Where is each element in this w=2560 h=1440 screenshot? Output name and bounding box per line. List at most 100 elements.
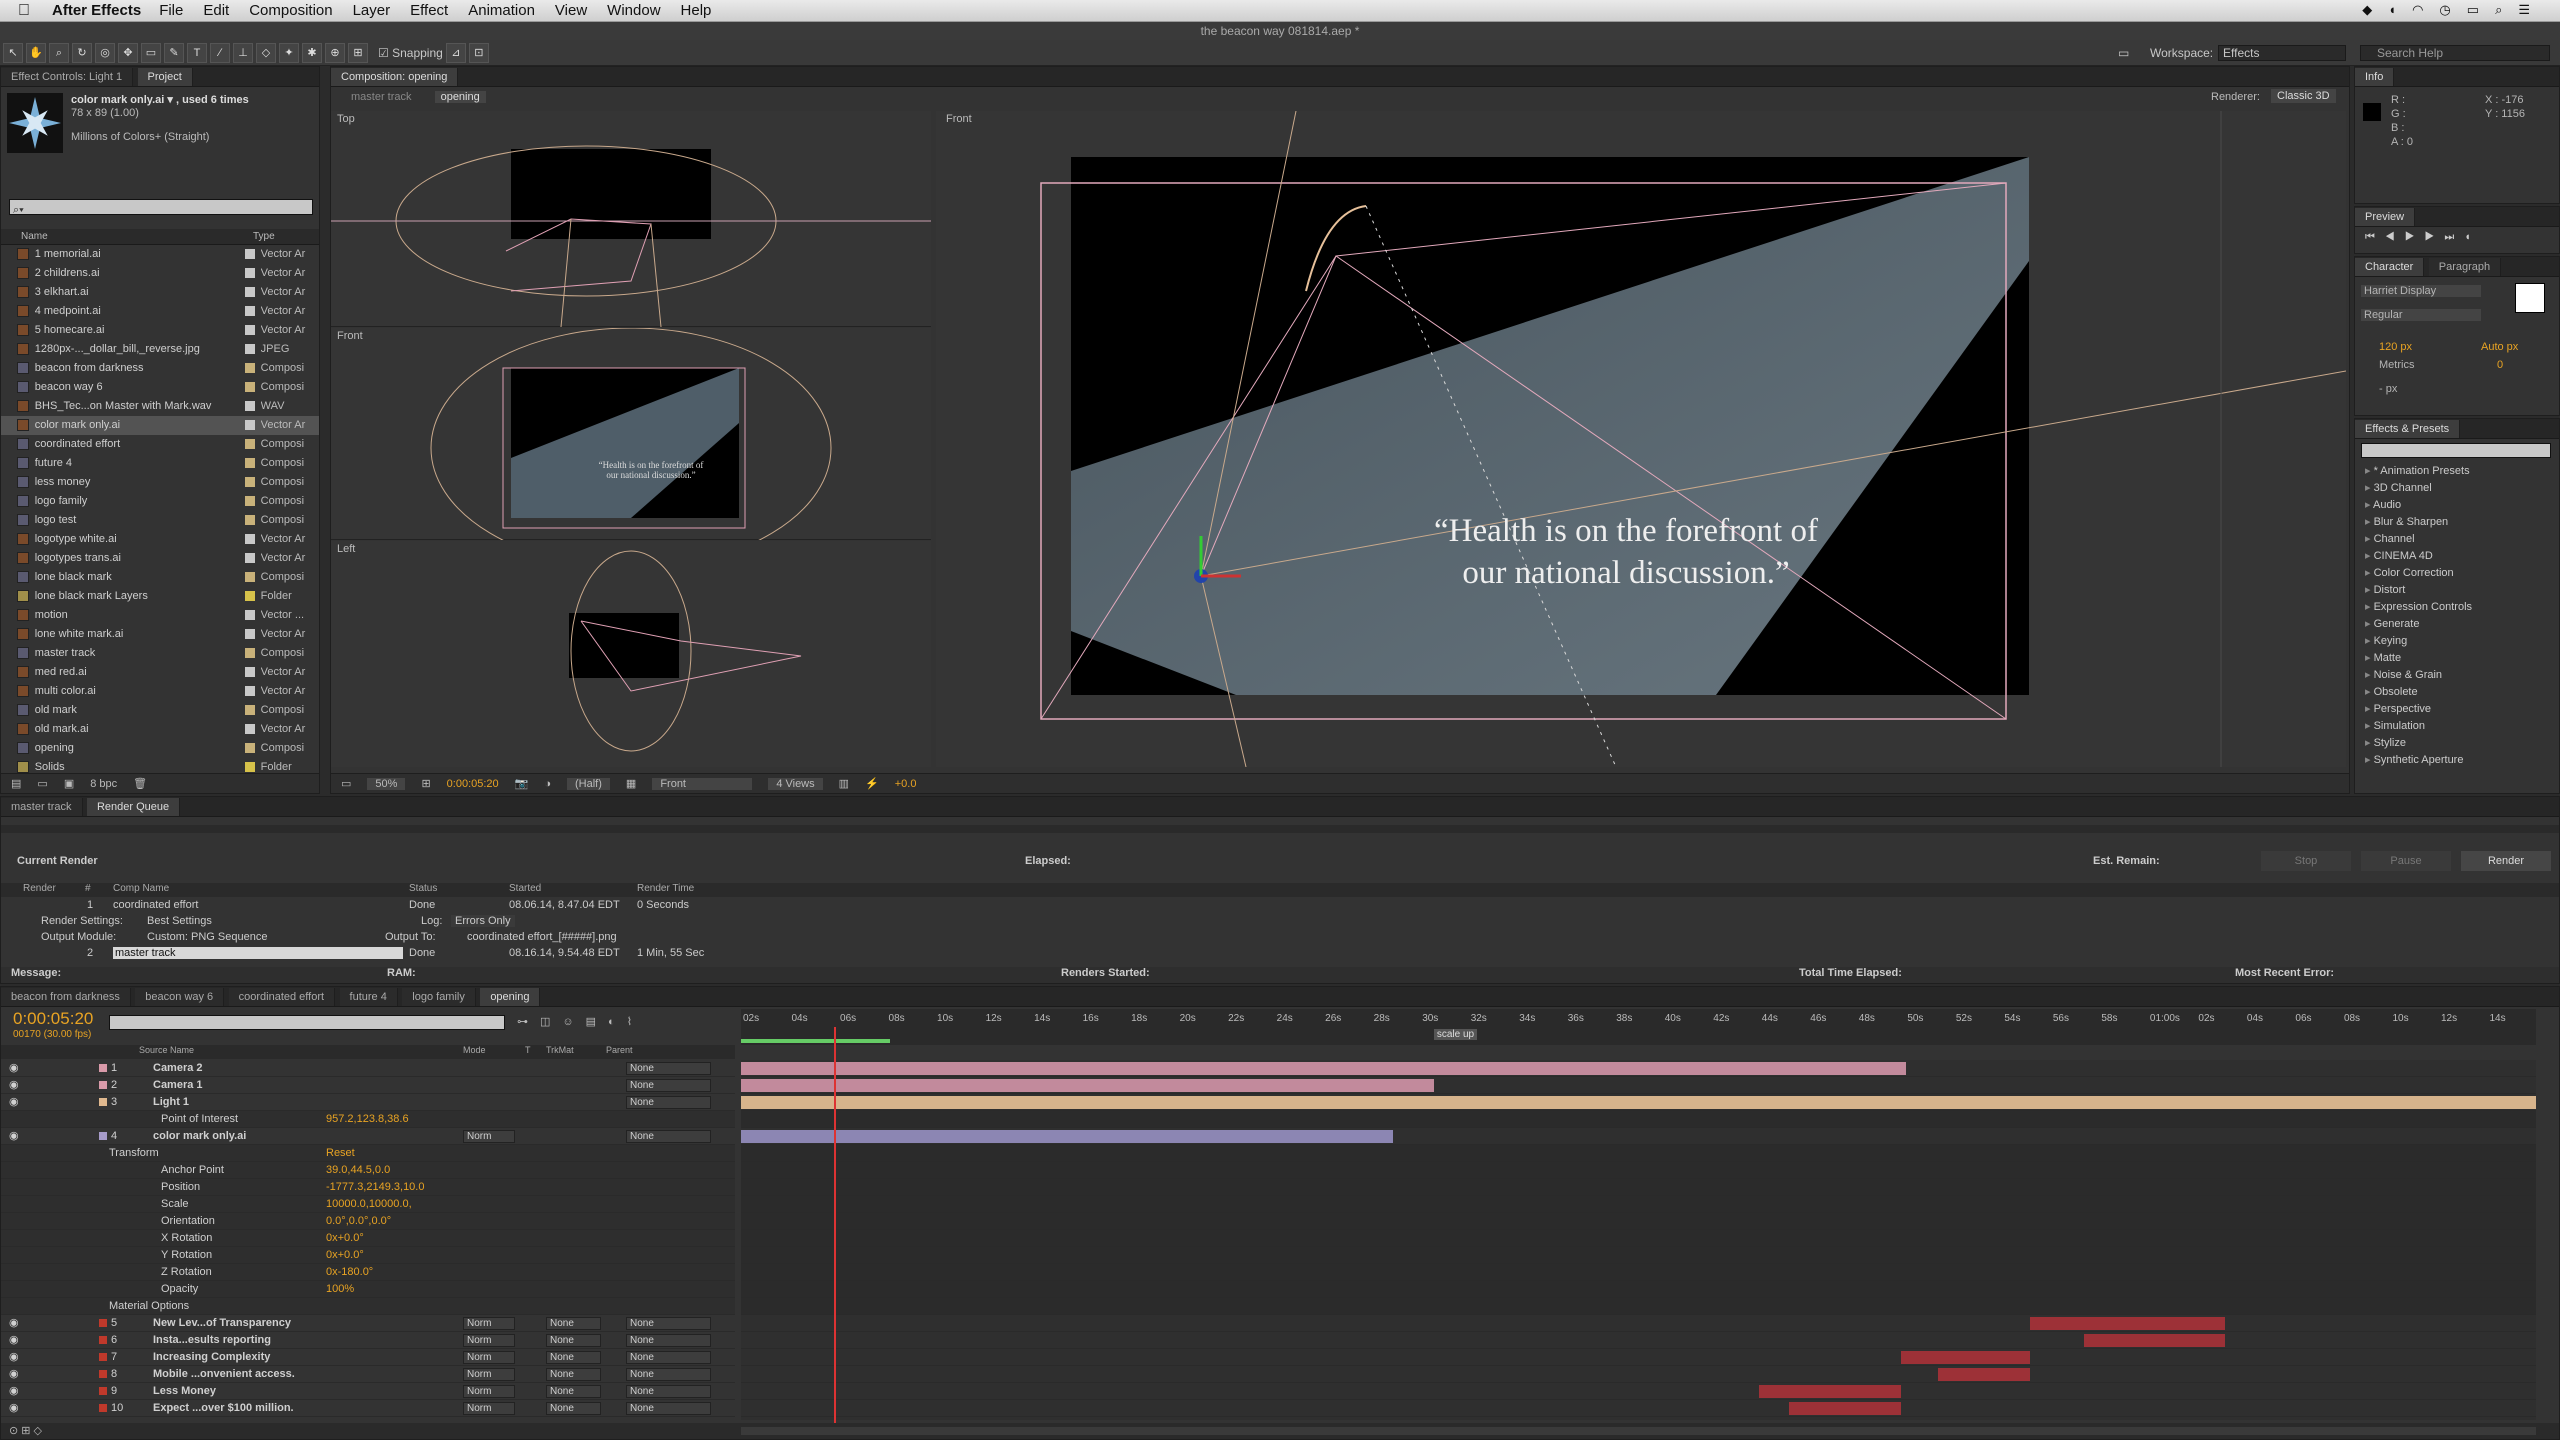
timeline-layer-row[interactable]: ◉ 6 Insta...esults reporting Norm None None bbox=[1, 1332, 735, 1349]
timeline-property-row[interactable]: Y Rotation 0x+0.0° bbox=[1, 1247, 735, 1264]
layer-name[interactable]: Expect ...over $100 million. bbox=[153, 1400, 294, 1417]
current-render-label[interactable]: Current Render bbox=[17, 855, 98, 867]
indent-value[interactable]: - px bbox=[2379, 383, 2397, 395]
log-select[interactable]: Errors Only bbox=[451, 915, 515, 927]
project-item[interactable]: beacon way 6 Composi bbox=[1, 378, 319, 397]
audio-icon[interactable]: ◖ bbox=[2464, 231, 2481, 243]
selection-tool-icon[interactable]: ↖ bbox=[3, 42, 23, 63]
tab-paragraph[interactable]: Paragraph bbox=[2428, 258, 2502, 276]
prev-frame-icon[interactable]: ◀ bbox=[2385, 231, 2405, 243]
visibility-eye-icon[interactable]: ◉ bbox=[9, 1349, 19, 1366]
view-front-main[interactable]: Front “Health is on the forefront of our… bbox=[936, 111, 2346, 767]
label-color-swatch[interactable] bbox=[244, 572, 255, 582]
track-lane[interactable] bbox=[741, 1400, 2536, 1417]
timeline-property-row[interactable]: Z Rotation 0x-180.0° bbox=[1, 1264, 735, 1281]
timeline-property-row[interactable]: Point of Interest 957.2,123.8,38.6 bbox=[1, 1111, 735, 1128]
track-matte-select[interactable]: None bbox=[546, 1317, 601, 1330]
tab-beacon-way-6[interactable]: beacon way 6 bbox=[135, 988, 225, 1006]
layer-duration-bar[interactable] bbox=[741, 1079, 1434, 1092]
fast-preview-icon[interactable]: ⚡ bbox=[865, 777, 879, 790]
project-item[interactable]: future 4 Composi bbox=[1, 454, 319, 473]
trash-icon[interactable]: 🗑 bbox=[133, 777, 147, 790]
apple-icon[interactable]:  bbox=[18, 2, 38, 20]
search-help-input[interactable]: Search Help bbox=[2360, 44, 2550, 61]
blend-mode-select[interactable]: Norm bbox=[463, 1368, 515, 1381]
project-item[interactable]: motion Vector ... bbox=[1, 606, 319, 625]
property-value[interactable]: 0x+0.0° bbox=[326, 1230, 364, 1247]
effect-category[interactable]: Synthetic Aperture bbox=[2355, 752, 2555, 769]
new-folder-icon[interactable]: ▭ bbox=[37, 777, 47, 790]
effect-category[interactable]: Blur & Sharpen bbox=[2355, 514, 2555, 531]
camera-tool-icon[interactable]: ◎ bbox=[95, 42, 115, 63]
menu-edit[interactable]: Edit bbox=[203, 2, 229, 19]
parent-select[interactable]: None bbox=[626, 1096, 711, 1109]
effect-category[interactable]: * Animation Presets bbox=[2355, 463, 2555, 480]
col-trkmat[interactable]: TrkMat bbox=[546, 1045, 574, 1055]
project-item[interactable]: 3 elkhart.ai Vector Ar bbox=[1, 283, 319, 302]
track-lane[interactable] bbox=[741, 1332, 2536, 1349]
layer-duration-bar[interactable] bbox=[2083, 1334, 2226, 1347]
layer-duration-bar[interactable] bbox=[1900, 1351, 2030, 1364]
visibility-eye-icon[interactable]: ◉ bbox=[9, 1400, 19, 1417]
hdr-started[interactable]: Started bbox=[509, 883, 541, 894]
resolution-select[interactable]: (Half) bbox=[567, 777, 610, 790]
tab-composition-opening[interactable]: Composition: opening bbox=[331, 68, 459, 86]
project-search-input[interactable]: ⌕▾ bbox=[9, 199, 313, 216]
hdr-render[interactable]: Render bbox=[23, 883, 56, 894]
tab-render-queue[interactable]: Render Queue bbox=[86, 798, 181, 816]
timeline-property-row[interactable]: Position -1777.3,2149.3,10.0 bbox=[1, 1179, 735, 1196]
tab-coordinated-effort[interactable]: coordinated effort bbox=[228, 988, 336, 1006]
track-matte-select[interactable]: None bbox=[546, 1402, 601, 1415]
first-frame-icon[interactable]: ⏮ bbox=[2365, 231, 2385, 243]
label-color-swatch[interactable] bbox=[244, 591, 255, 601]
snap-options-icon[interactable]: ⊿ bbox=[445, 42, 466, 63]
visibility-eye-icon[interactable]: ◉ bbox=[9, 1366, 19, 1383]
track-lane[interactable] bbox=[741, 1383, 2536, 1400]
parent-select[interactable]: None bbox=[626, 1368, 711, 1381]
layer-name[interactable]: Light 1 bbox=[153, 1094, 189, 1111]
label-color-swatch[interactable] bbox=[244, 705, 255, 715]
parent-select[interactable]: None bbox=[626, 1317, 711, 1330]
snap-grid-icon[interactable]: ⊡ bbox=[468, 42, 489, 63]
effect-category[interactable]: Expression Controls bbox=[2355, 599, 2555, 616]
effects-search-input[interactable] bbox=[2361, 443, 2551, 458]
type-tool-icon[interactable]: T bbox=[187, 42, 207, 63]
tab-preview[interactable]: Preview bbox=[2355, 208, 2416, 226]
zoom-tool-icon[interactable]: ⌕ bbox=[49, 42, 69, 63]
label-color-swatch[interactable] bbox=[244, 344, 255, 354]
label-color-swatch[interactable] bbox=[244, 724, 255, 734]
menu-effect[interactable]: Effect bbox=[410, 2, 448, 19]
render-row-2[interactable]: 2 master track Done 08.16.14, 9.54.48 ED… bbox=[1, 947, 2559, 962]
timeline-timecode[interactable]: 0:00:05:20 bbox=[13, 1009, 93, 1029]
play-icon[interactable]: ▶ bbox=[2405, 231, 2425, 243]
col-mode[interactable]: Mode bbox=[463, 1045, 486, 1055]
tab-effects-presets[interactable]: Effects & Presets bbox=[2355, 420, 2461, 438]
label-color-swatch[interactable] bbox=[244, 401, 255, 411]
timeline-layer-row[interactable]: ◉ 8 Mobile ...onvenient access. Norm None Non… bbox=[1, 1366, 735, 1383]
tracking-value[interactable]: 0 bbox=[2497, 359, 2503, 371]
blend-mode-select[interactable]: Norm bbox=[463, 1317, 515, 1330]
project-item[interactable]: logotype white.ai Vector Ar bbox=[1, 530, 319, 549]
property-value[interactable]: 100% bbox=[326, 1281, 354, 1298]
timeline-search-input[interactable] bbox=[109, 1015, 505, 1030]
label-color-swatch[interactable] bbox=[244, 382, 255, 392]
effect-category[interactable]: Keying bbox=[2355, 633, 2555, 650]
parent-select[interactable]: None bbox=[626, 1351, 711, 1364]
tab-character[interactable]: Character bbox=[2355, 258, 2425, 276]
col-name[interactable]: Name bbox=[21, 231, 48, 242]
track-lane[interactable] bbox=[741, 1230, 2536, 1247]
track-lane[interactable] bbox=[741, 1213, 2536, 1230]
layer-name[interactable]: Camera 1 bbox=[153, 1077, 203, 1094]
app-name[interactable]: After Effects bbox=[52, 2, 141, 19]
playhead[interactable] bbox=[834, 1027, 837, 1423]
pen-tool-icon[interactable]: ✎ bbox=[164, 42, 184, 63]
label-color-swatch[interactable] bbox=[244, 363, 255, 373]
visibility-eye-icon[interactable]: ◉ bbox=[9, 1332, 19, 1349]
timeline-footer-icons[interactable]: ⊙ ⊞ ◇ bbox=[9, 1424, 42, 1437]
hdr-num[interactable]: # bbox=[85, 883, 91, 894]
layer-name[interactable]: New Lev...of Transparency bbox=[153, 1315, 291, 1332]
frame-blend-icon[interactable]: ▤ bbox=[586, 1016, 608, 1028]
label-color-swatch[interactable] bbox=[244, 325, 255, 335]
track-lane[interactable] bbox=[741, 1298, 2536, 1315]
layer-duration-bar[interactable] bbox=[741, 1130, 1393, 1143]
